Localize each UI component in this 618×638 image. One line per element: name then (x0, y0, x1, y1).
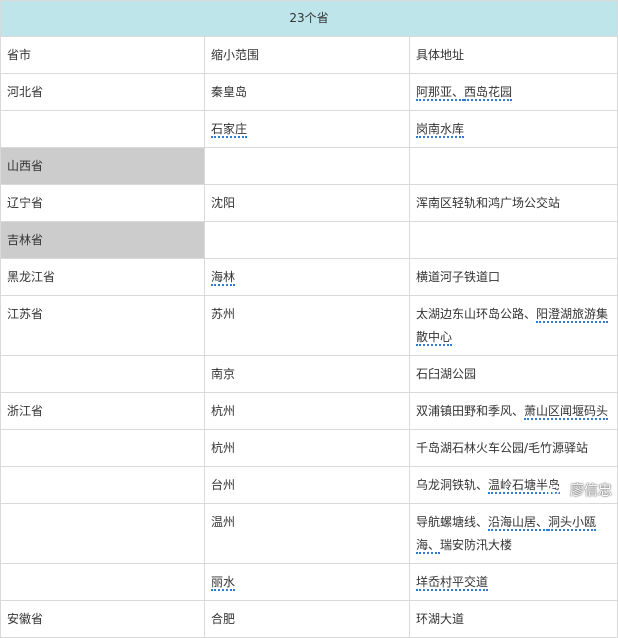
table-row: 山西省 (0, 147, 618, 185)
address-part: 萧山区闻堰码头 (524, 404, 609, 420)
cell-address: 千岛湖石林火车公园/毛竹源驿站 (408, 429, 618, 467)
address-part: 沿海山居、 (488, 515, 549, 531)
cell-area: 秦皇岛 (204, 73, 410, 111)
table-row: 安徽省 合肥 环湖大道 (0, 600, 618, 638)
address-part: 垟岙村平交道 (416, 575, 489, 591)
cell-province: 浙江省 (0, 392, 205, 430)
province-table: 23个省 省市 缩小范围 具体地址 河北省 秦皇岛 阿那亚、西岛花园石家庄 岗南水库山… (0, 0, 618, 638)
cell-province: 河北省 (0, 73, 205, 111)
area-text: 沈阳 (211, 196, 236, 210)
cell-address: 浑南区轻轨和鸿广场公交站 (408, 184, 618, 222)
cell-address: 太湖边东山环岛公路、阳澄湖旅游集散中心 (408, 295, 618, 356)
cell-address (408, 221, 618, 259)
column-header-address: 具体地址 (408, 36, 618, 74)
cell-province: 江苏省 (0, 295, 205, 356)
area-text: 温州 (211, 515, 236, 529)
cell-address: 双浦镇田野和季风、萧山区闻堰码头 (408, 392, 618, 430)
table-row: 黑龙江省 海林 横道河子铁道口 (0, 258, 618, 296)
address-part: 乌龙洞铁轨、 (416, 478, 489, 492)
cell-province: 吉林省 (0, 221, 205, 259)
cell-area: 南京 (204, 355, 410, 393)
table-row: 浙江省 杭州 双浦镇田野和季风、萧山区闻堰码头 (0, 392, 618, 430)
area-text: 台州 (211, 478, 236, 492)
cell-address (408, 147, 618, 185)
watermark-text: 廖信忠 (570, 483, 612, 499)
area-text: 杭州 (211, 404, 236, 418)
address-part: 岗南水库 (416, 122, 465, 138)
cell-area: 合肥 (204, 600, 410, 638)
area-text: 丽水 (211, 575, 236, 591)
area-text: 秦皇岛 (211, 85, 248, 99)
cell-address: 阿那亚、西岛花园 (408, 73, 618, 111)
area-text: 海林 (211, 270, 236, 286)
cell-address: 岗南水库 (408, 110, 618, 148)
cell-area: 杭州 (204, 429, 410, 467)
table-row: 杭州 千岛湖石林火车公园/毛竹源驿站 (0, 429, 618, 467)
cell-address: 导航螺塘线、沿海山居、洞头小瓯海、瑞安防汛大楼 (408, 503, 618, 564)
area-text: 合肥 (211, 612, 236, 626)
cell-province (0, 563, 205, 601)
table-title: 23个省 (0, 0, 618, 37)
address-part: 导航螺塘线、 (416, 515, 489, 529)
table-row: 南京 石臼湖公园 (0, 355, 618, 393)
column-header-area: 缩小范围 (204, 36, 410, 74)
address-part: 太湖边东山环岛公路、 (416, 307, 537, 321)
cell-address: 垟岙村平交道 (408, 563, 618, 601)
cell-address: 石臼湖公园 (408, 355, 618, 393)
cell-area: 杭州 (204, 392, 410, 430)
cell-address: 环湖大道 (408, 600, 618, 638)
address-part: 石臼湖公园 (416, 367, 477, 381)
cell-province (0, 355, 205, 393)
cell-area: 温州 (204, 503, 410, 564)
table-row: 丽水 垟岙村平交道 (0, 563, 618, 601)
address-part: 环湖大道 (416, 612, 465, 626)
address-part: 双浦镇田野和季风、 (416, 404, 525, 418)
address-part: 浑南区轻轨和鸿广场公交站 (416, 196, 561, 210)
cell-area (204, 221, 410, 259)
table-row: 台州 乌龙洞铁轨、温岭石塘半岛 (0, 466, 618, 504)
table-row: 石家庄 岗南水库 (0, 110, 618, 148)
cell-area: 海林 (204, 258, 410, 296)
area-text: 石家庄 (211, 122, 248, 138)
cell-area: 苏州 (204, 295, 410, 356)
table-row: 辽宁省 沈阳 浑南区轻轨和鸿广场公交站 (0, 184, 618, 222)
cell-province (0, 110, 205, 148)
table-row: 温州 导航螺塘线、沿海山居、洞头小瓯海、瑞安防汛大楼 (0, 503, 618, 564)
watermark: 廖信忠 (548, 480, 612, 500)
cell-province: 辽宁省 (0, 184, 205, 222)
cell-province (0, 503, 205, 564)
cell-province: 安徽省 (0, 600, 205, 638)
area-text: 杭州 (211, 441, 236, 455)
address-part: 阿那亚、 (416, 85, 465, 101)
address-part: 瑞安防汛大楼 (440, 538, 513, 552)
address-part: 西岛花园 (464, 85, 513, 101)
address-part: 千岛湖石林火车公园/毛竹源驿站 (416, 441, 589, 455)
address-part: 横道河子铁道口 (416, 270, 501, 284)
cell-province (0, 466, 205, 504)
area-text: 南京 (211, 367, 236, 381)
area-text: 苏州 (211, 307, 236, 321)
weibo-icon (548, 483, 566, 498)
table-row: 河北省 秦皇岛 阿那亚、西岛花园 (0, 73, 618, 111)
cell-province (0, 429, 205, 467)
cell-area (204, 147, 410, 185)
cell-area: 沈阳 (204, 184, 410, 222)
column-header-province: 省市 (0, 36, 205, 74)
cell-area: 台州 (204, 466, 410, 504)
cell-address: 横道河子铁道口 (408, 258, 618, 296)
cell-area: 丽水 (204, 563, 410, 601)
cell-province: 黑龙江省 (0, 258, 205, 296)
table-row: 吉林省 (0, 221, 618, 259)
cell-province: 山西省 (0, 147, 205, 185)
table-row: 江苏省 苏州 太湖边东山环岛公路、阳澄湖旅游集散中心 (0, 295, 618, 356)
cell-area: 石家庄 (204, 110, 410, 148)
